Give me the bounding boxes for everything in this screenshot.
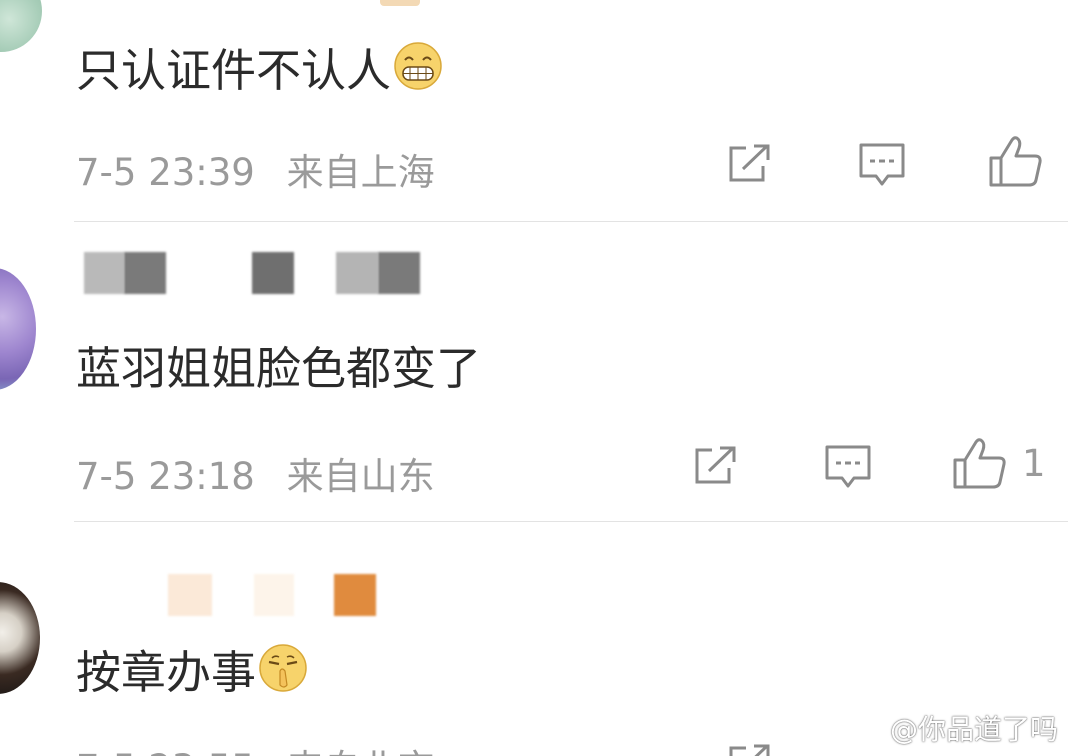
- avatar[interactable]: [0, 268, 36, 390]
- like-count: 1: [1022, 441, 1046, 485]
- comment-text: 只认证件不认人: [76, 36, 443, 97]
- comment-item: 蓝羽姐姐脸色都变了 7-5 23:18 来自山东 1: [0, 222, 1068, 522]
- share-icon: [695, 446, 736, 484]
- share-button[interactable]: [692, 444, 740, 488]
- comment-time: 7-5 23:39: [76, 151, 255, 194]
- comment-item: 只认证件不认人 7-5 23:39 来自上海: [0, 0, 1068, 222]
- comment-meta: 7-5 23:18 来自山东: [76, 446, 435, 500]
- comment-location: 来自山东: [286, 455, 435, 498]
- comment-time: 7-5 23:18: [76, 455, 255, 498]
- reply-button[interactable]: [858, 142, 906, 188]
- shush-emoji-icon: [259, 644, 307, 692]
- thumbs-up-icon: [989, 136, 1042, 187]
- comment-location: 来自上海: [286, 151, 435, 194]
- comment-location: 来自北京: [287, 747, 435, 756]
- watermark: @你品道了吗: [846, 708, 1058, 748]
- reply-button[interactable]: [824, 444, 872, 490]
- username[interactable]: [78, 252, 438, 296]
- like-button[interactable]: 1: [952, 436, 1046, 490]
- comment-icon: [859, 143, 905, 186]
- comment-text: 蓝羽姐姐脸色都变了: [76, 341, 482, 395]
- username-fragment: [380, 0, 420, 6]
- comment-meta: 7-5 23:55 来自北京: [76, 738, 435, 756]
- share-button[interactable]: [726, 142, 774, 186]
- grin-emoji-icon: [394, 42, 442, 90]
- weibo-logo-icon: [847, 716, 882, 743]
- thumbs-up-icon: [953, 438, 1006, 489]
- username[interactable]: [78, 574, 438, 618]
- share-icon: [729, 744, 770, 756]
- comment-meta: 7-5 23:39 来自上海: [76, 142, 435, 196]
- comment-text: 按章办事: [76, 638, 308, 699]
- avatar[interactable]: [0, 582, 40, 694]
- share-icon: [729, 144, 770, 182]
- comment-time: 7-5 23:55: [76, 747, 255, 756]
- watermark-text: @你品道了吗: [889, 713, 1058, 746]
- share-button[interactable]: [726, 742, 774, 756]
- like-button[interactable]: [988, 134, 1058, 188]
- comment-icon: [825, 445, 871, 488]
- avatar[interactable]: [0, 0, 42, 52]
- comment-list: 只认证件不认人 7-5 23:39 来自上海 蓝羽姐姐脸色都变了 7-5 23:…: [0, 0, 1068, 756]
